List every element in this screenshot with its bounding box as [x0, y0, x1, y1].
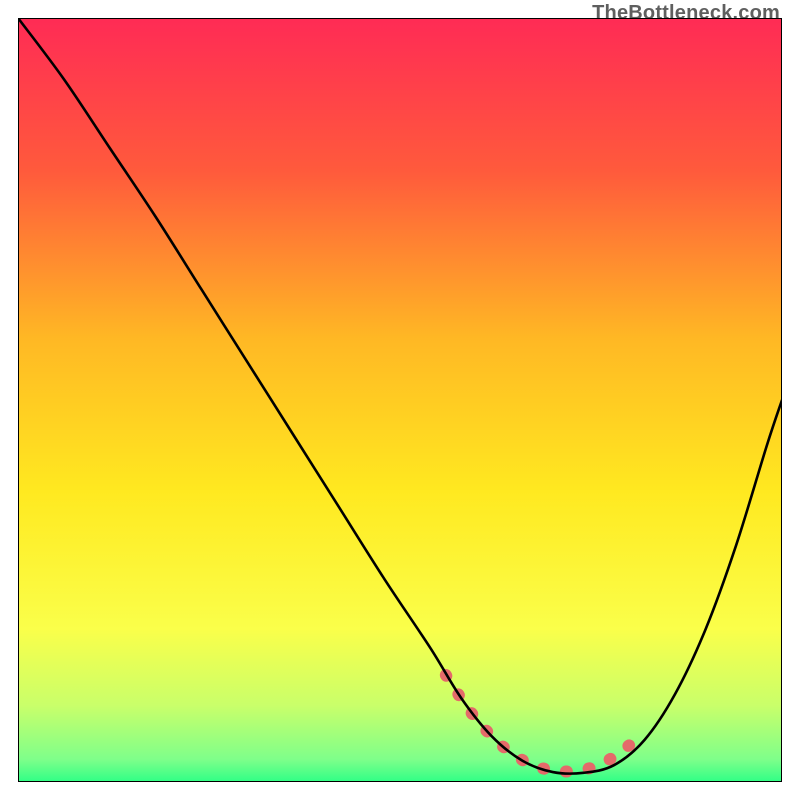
chart-background	[18, 18, 782, 782]
chart-svg	[18, 18, 782, 782]
chart-frame	[18, 18, 782, 782]
